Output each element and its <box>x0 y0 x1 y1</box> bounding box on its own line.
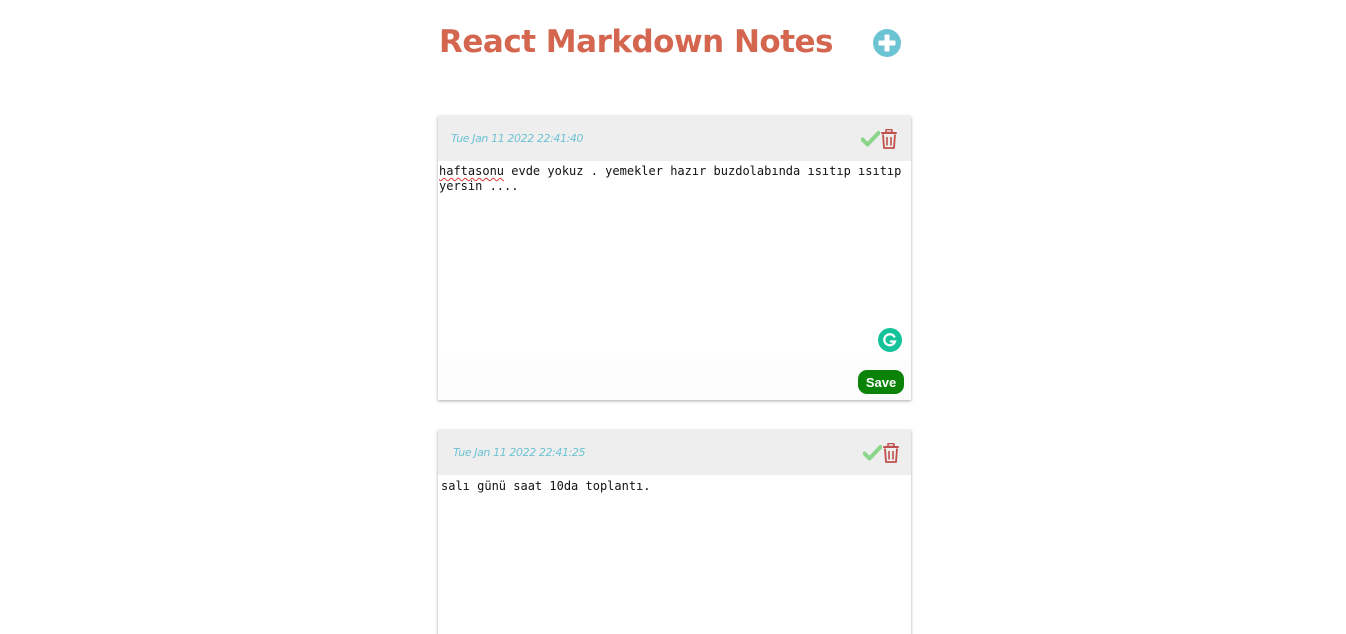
delete-note-button[interactable] <box>882 442 900 466</box>
grammarly-button[interactable] <box>878 328 902 352</box>
note-text-area[interactable]: haftasonu evde yokuz . yemekler hazır bu… <box>438 161 911 359</box>
grammarly-icon <box>878 328 902 352</box>
note-header: Tue Jan 11 2022 22:41:40 <box>438 116 911 161</box>
note-date: Tue Jan 11 2022 22:41:25 <box>453 446 586 459</box>
add-note-button[interactable] <box>873 29 901 57</box>
trash-icon <box>883 442 899 463</box>
delete-note-button[interactable] <box>880 128 898 152</box>
note-actions <box>860 128 898 152</box>
save-button[interactable]: Save <box>858 370 904 394</box>
plus-circle-icon <box>873 29 901 57</box>
note-actions <box>862 442 900 466</box>
note-text-first-word: haftasonu <box>439 164 505 178</box>
note-header: Tue Jan 11 2022 22:41:25 <box>438 430 911 475</box>
note-date: Tue Jan 11 2022 22:41:40 <box>451 132 584 145</box>
app-title: React Markdown Notes <box>439 24 834 60</box>
note-card: Tue Jan 11 2022 22:41:40 haftasonu evde … <box>438 116 911 400</box>
mark-done-button[interactable] <box>862 445 883 464</box>
note-card: Tue Jan 11 2022 22:41:25 salı günü saat … <box>438 430 911 634</box>
mark-done-button[interactable] <box>860 131 881 150</box>
note-text-area[interactable]: salı günü saat 10da toplantı. <box>438 475 911 634</box>
checkmark-icon <box>860 131 881 147</box>
note-footer: Save <box>438 359 911 400</box>
note-text-rest: evde yokuz . yemekler hazır buzdolabında… <box>439 164 902 193</box>
checkmark-icon <box>862 445 883 461</box>
trash-icon <box>881 128 897 149</box>
